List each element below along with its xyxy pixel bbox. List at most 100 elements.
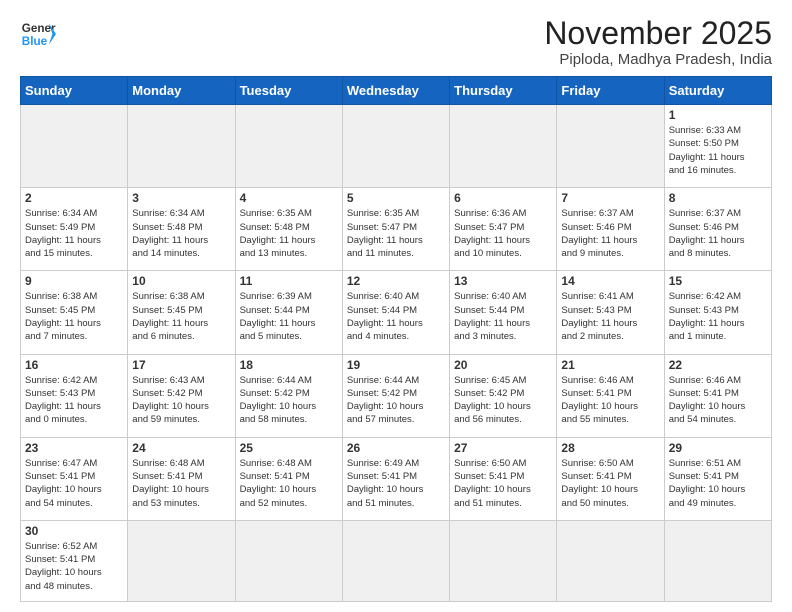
calendar: SundayMondayTuesdayWednesdayThursdayFrid…: [20, 76, 772, 602]
day-number: 10: [132, 274, 230, 288]
calendar-cell: 17Sunrise: 6:43 AM Sunset: 5:42 PM Dayli…: [128, 354, 235, 437]
day-number: 8: [669, 191, 767, 205]
day-number: 4: [240, 191, 338, 205]
calendar-cell: 29 Sunrise: 6:51 AM Sunset: 5:41 PM Dayli…: [664, 437, 771, 520]
day-number: 1: [669, 108, 767, 122]
calendar-cell: 8 Sunrise: 6:37 AM Sunset: 5:46 PM Daylig…: [664, 188, 771, 271]
day-number: 21: [561, 358, 659, 372]
day-number: 15: [669, 274, 767, 288]
day-info: Sunrise: 6:52 AM Sunset: 5:41 PM Dayligh…: [25, 540, 123, 593]
day-info: Sunrise: 6:39 AM Sunset: 5:44 PM Dayligh…: [240, 290, 338, 343]
day-number: 23: [25, 441, 123, 455]
calendar-cell: 12 Sunrise: 6:40 AM Sunset: 5:44 PM Dayli…: [342, 271, 449, 354]
day-info: Sunrise: 6:38 AM Sunset: 5:45 PM Dayligh…: [132, 290, 230, 343]
day-info: Sunrise: 6:51 AM Sunset: 5:41 PM Dayligh…: [669, 457, 767, 510]
calendar-cell: 2 Sunrise: 6:34 AM Sunset: 5:49 PM Daylig…: [21, 188, 128, 271]
day-number: 28: [561, 441, 659, 455]
calendar-cell: 13 Sunrise: 6:40 AM Sunset: 5:44 PM Dayli…: [450, 271, 557, 354]
day-info: Sunrise: 6:36 AM Sunset: 5:47 PM Dayligh…: [454, 207, 552, 260]
calendar-cell: [235, 105, 342, 188]
weekday-saturday: Saturday: [664, 77, 771, 105]
calendar-cell: 27 Sunrise: 6:50 AM Sunset: 5:41 PM Dayli…: [450, 437, 557, 520]
weekday-thursday: Thursday: [450, 77, 557, 105]
day-info: Sunrise: 6:42 AM Sunset: 5:43 PM Dayligh…: [25, 374, 123, 427]
calendar-cell: 1Sunrise: 6:33 AM Sunset: 5:50 PM Daylig…: [664, 105, 771, 188]
calendar-cell: 18Sunrise: 6:44 AM Sunset: 5:42 PM Dayli…: [235, 354, 342, 437]
calendar-cell: [557, 520, 664, 601]
weekday-monday: Monday: [128, 77, 235, 105]
calendar-cell: [128, 105, 235, 188]
day-number: 11: [240, 274, 338, 288]
day-number: 7: [561, 191, 659, 205]
day-number: 14: [561, 274, 659, 288]
day-number: 25: [240, 441, 338, 455]
calendar-cell: [342, 105, 449, 188]
day-info: Sunrise: 6:48 AM Sunset: 5:41 PM Dayligh…: [240, 457, 338, 510]
day-info: Sunrise: 6:46 AM Sunset: 5:41 PM Dayligh…: [669, 374, 767, 427]
day-number: 27: [454, 441, 552, 455]
calendar-cell: 14 Sunrise: 6:41 AM Sunset: 5:43 PM Dayli…: [557, 271, 664, 354]
svg-text:Blue: Blue: [22, 35, 48, 48]
calendar-cell: [664, 520, 771, 601]
title-block: November 2025 Piploda, Madhya Pradesh, I…: [544, 16, 772, 68]
location: Piploda, Madhya Pradesh, India: [544, 51, 772, 68]
week-row-4: 23Sunrise: 6:47 AM Sunset: 5:41 PM Dayli…: [21, 437, 772, 520]
calendar-cell: 20 Sunrise: 6:45 AM Sunset: 5:42 PM Dayli…: [450, 354, 557, 437]
day-number: 22: [669, 358, 767, 372]
day-info: Sunrise: 6:34 AM Sunset: 5:49 PM Dayligh…: [25, 207, 123, 260]
day-number: 12: [347, 274, 445, 288]
calendar-cell: [342, 520, 449, 601]
weekday-sunday: Sunday: [21, 77, 128, 105]
calendar-cell: [128, 520, 235, 601]
calendar-cell: 7 Sunrise: 6:37 AM Sunset: 5:46 PM Daylig…: [557, 188, 664, 271]
week-row-5: 30 Sunrise: 6:52 AM Sunset: 5:41 PM Dayli…: [21, 520, 772, 601]
day-info: Sunrise: 6:49 AM Sunset: 5:41 PM Dayligh…: [347, 457, 445, 510]
day-number: 2: [25, 191, 123, 205]
calendar-cell: 10 Sunrise: 6:38 AM Sunset: 5:45 PM Dayli…: [128, 271, 235, 354]
day-info: Sunrise: 6:48 AM Sunset: 5:41 PM Dayligh…: [132, 457, 230, 510]
weekday-friday: Friday: [557, 77, 664, 105]
day-info: Sunrise: 6:50 AM Sunset: 5:41 PM Dayligh…: [454, 457, 552, 510]
day-number: 19: [347, 358, 445, 372]
calendar-cell: 19Sunrise: 6:44 AM Sunset: 5:42 PM Dayli…: [342, 354, 449, 437]
day-number: 24: [132, 441, 230, 455]
calendar-cell: 3 Sunrise: 6:34 AM Sunset: 5:48 PM Daylig…: [128, 188, 235, 271]
calendar-cell: 15 Sunrise: 6:42 AM Sunset: 5:43 PM Dayli…: [664, 271, 771, 354]
day-number: 6: [454, 191, 552, 205]
day-number: 9: [25, 274, 123, 288]
day-number: 30: [25, 524, 123, 538]
calendar-cell: 9 Sunrise: 6:38 AM Sunset: 5:45 PM Daylig…: [21, 271, 128, 354]
day-info: Sunrise: 6:45 AM Sunset: 5:42 PM Dayligh…: [454, 374, 552, 427]
day-number: 17: [132, 358, 230, 372]
calendar-cell: 23Sunrise: 6:47 AM Sunset: 5:41 PM Dayli…: [21, 437, 128, 520]
day-info: Sunrise: 6:42 AM Sunset: 5:43 PM Dayligh…: [669, 290, 767, 343]
day-info: Sunrise: 6:38 AM Sunset: 5:45 PM Dayligh…: [25, 290, 123, 343]
calendar-cell: 25 Sunrise: 6:48 AM Sunset: 5:41 PM Dayli…: [235, 437, 342, 520]
day-info: Sunrise: 6:35 AM Sunset: 5:48 PM Dayligh…: [240, 207, 338, 260]
day-number: 26: [347, 441, 445, 455]
day-number: 20: [454, 358, 552, 372]
weekday-header-row: SundayMondayTuesdayWednesdayThursdayFrid…: [21, 77, 772, 105]
calendar-cell: [235, 520, 342, 601]
day-info: Sunrise: 6:37 AM Sunset: 5:46 PM Dayligh…: [561, 207, 659, 260]
day-info: Sunrise: 6:40 AM Sunset: 5:44 PM Dayligh…: [454, 290, 552, 343]
day-number: 13: [454, 274, 552, 288]
day-number: 5: [347, 191, 445, 205]
week-row-3: 16 Sunrise: 6:42 AM Sunset: 5:43 PM Dayli…: [21, 354, 772, 437]
calendar-cell: 16 Sunrise: 6:42 AM Sunset: 5:43 PM Dayli…: [21, 354, 128, 437]
calendar-cell: 24 Sunrise: 6:48 AM Sunset: 5:41 PM Dayli…: [128, 437, 235, 520]
page: General Blue November 2025 Piploda, Madh…: [0, 0, 792, 612]
day-number: 18: [240, 358, 338, 372]
day-info: Sunrise: 6:40 AM Sunset: 5:44 PM Dayligh…: [347, 290, 445, 343]
day-number: 3: [132, 191, 230, 205]
day-info: Sunrise: 6:41 AM Sunset: 5:43 PM Dayligh…: [561, 290, 659, 343]
day-info: Sunrise: 6:34 AM Sunset: 5:48 PM Dayligh…: [132, 207, 230, 260]
calendar-cell: [450, 520, 557, 601]
week-row-1: 2 Sunrise: 6:34 AM Sunset: 5:49 PM Daylig…: [21, 188, 772, 271]
logo-icon: General Blue: [20, 16, 56, 52]
day-info: Sunrise: 6:37 AM Sunset: 5:46 PM Dayligh…: [669, 207, 767, 260]
week-row-2: 9 Sunrise: 6:38 AM Sunset: 5:45 PM Daylig…: [21, 271, 772, 354]
day-number: 16: [25, 358, 123, 372]
day-number: 29: [669, 441, 767, 455]
calendar-cell: 6 Sunrise: 6:36 AM Sunset: 5:47 PM Daylig…: [450, 188, 557, 271]
